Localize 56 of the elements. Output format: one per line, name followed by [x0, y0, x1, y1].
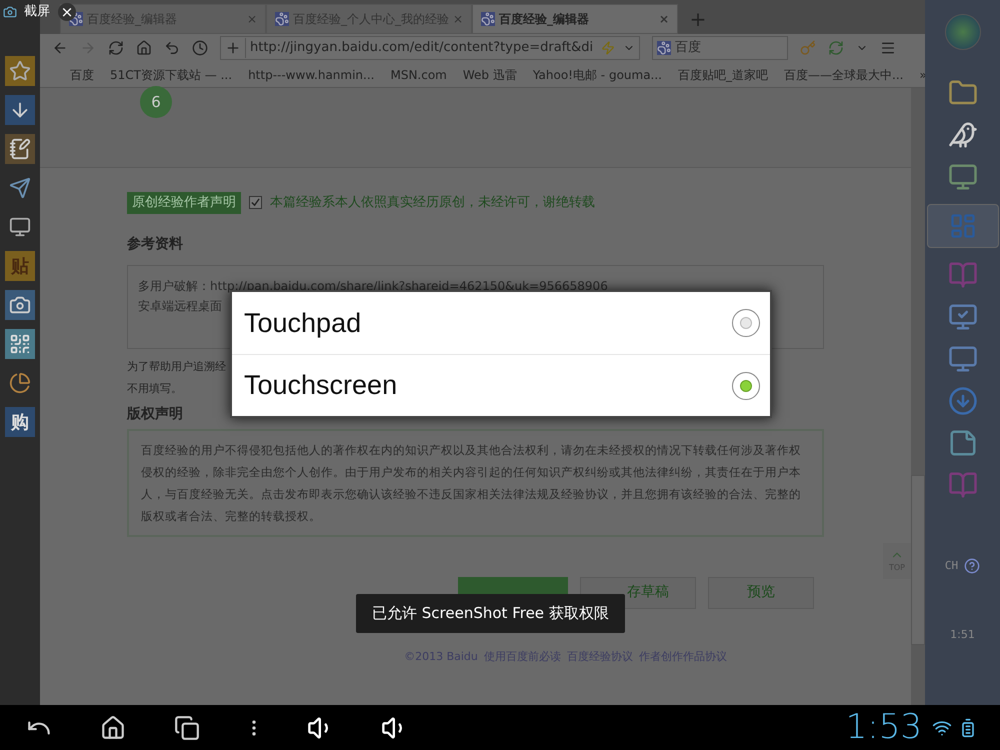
close-icon[interactable]: × — [246, 10, 257, 28]
control-panel-icon[interactable] — [948, 302, 978, 332]
bookmark-link[interactable]: 51CT资源下载站 — ... — [110, 66, 232, 84]
section-title: 版权声明 — [127, 404, 184, 424]
bookmark-link[interactable]: 百度 — [70, 66, 94, 84]
browser-tab[interactable]: 百度经验_编辑器 × — [472, 4, 678, 34]
help-icon[interactable] — [964, 558, 980, 574]
bookmark-link[interactable]: Web 迅雷 — [462, 66, 517, 84]
notepad-icon[interactable] — [5, 134, 35, 164]
paw-icon — [657, 41, 671, 55]
undo-icon[interactable] — [164, 40, 180, 56]
radio-button[interactable] — [732, 372, 760, 400]
copyright-box: 百度经验的用户不得侵犯包括他人的著作权在内的知识产权以及其他合法权利，请勿在未经授权的情况下转载任何涉及著作权侵权的经验，除非完全由您个人创作。由于用户发布的相关内容引起的任何知识产权纠纷或其他法律纠纷，其责任在于用户本人，与百度经验无关。点击发布即表示您确认该经验不违反国家相关法律法规及经验协议，并且您拥有该经验的合法、完整的版权或者合法、完整的转载授权。 — [127, 428, 824, 536]
paw-icon — [481, 12, 495, 26]
capture-label: 截屏 — [24, 3, 50, 21]
paw-icon — [275, 12, 289, 26]
scrollbar[interactable] — [911, 88, 925, 705]
permission-toast: 已允许 ScreenShot Free 获取权限 — [356, 594, 625, 633]
taskbar-clock: 1:51 — [950, 626, 975, 642]
camera-icon[interactable] — [5, 290, 35, 320]
bookmark-link[interactable]: 百度贴吧_道家吧 — [678, 66, 768, 84]
android-clock: 1:53 — [846, 706, 922, 749]
close-icon[interactable]: × — [453, 10, 464, 28]
reference-line: 安卓端远程桌面 — [138, 298, 222, 314]
help-text: 为了帮助用户追溯经 — [127, 358, 226, 374]
close-icon[interactable]: × — [658, 10, 669, 28]
help-text: 不用填写。 — [127, 381, 182, 397]
plus-icon[interactable] — [225, 40, 241, 56]
monitor-icon[interactable] — [948, 162, 978, 192]
history-icon[interactable] — [192, 40, 208, 56]
qr-code-icon[interactable] — [5, 329, 35, 359]
refresh-icon[interactable] — [108, 40, 124, 56]
preview-button[interactable]: 预览 — [708, 576, 814, 608]
option-row[interactable]: Touchscreen — [232, 354, 770, 416]
original-statement: 本篇经验系本人依照真实经历原创，未经许可，谢绝转载 — [270, 194, 595, 212]
new-tab-button[interactable]: + — [678, 4, 718, 34]
radio-button[interactable] — [732, 309, 760, 337]
bookmark-link[interactable]: 百度——全球最大中... — [784, 66, 904, 84]
option-row[interactable]: Touchpad — [232, 292, 770, 354]
camera-icon — [2, 4, 18, 19]
original-tag: 原创经验作者声明 — [127, 192, 241, 214]
bookmark-link[interactable]: http---www.hanmin... — [248, 66, 374, 84]
search-field[interactable]: 百度 — [652, 36, 788, 60]
computer-icon[interactable] — [948, 344, 978, 374]
address-bar[interactable]: http://jingyan.baidu.com/edit/content?type=draft&di — [220, 36, 640, 60]
start-orb-icon[interactable] — [944, 14, 980, 50]
bookmark-link[interactable]: MSN.com — [390, 66, 447, 84]
section-title: 参考资料 — [127, 234, 184, 254]
download-icon[interactable] — [5, 95, 35, 125]
original-checkbox[interactable] — [249, 196, 262, 210]
bookmark-link[interactable]: Yahoo!电邮 - gouma... — [532, 66, 662, 84]
reference-line: 多用户破解：http://pan.baidu.com/share/link?shareid=462150&uk=956658906 — [138, 278, 608, 294]
notepad-icon[interactable] — [948, 428, 978, 458]
dock-app-icon[interactable]: 购 — [5, 407, 35, 437]
language-indicator[interactable]: CH — [944, 558, 958, 574]
step-number: 6 — [140, 86, 172, 118]
